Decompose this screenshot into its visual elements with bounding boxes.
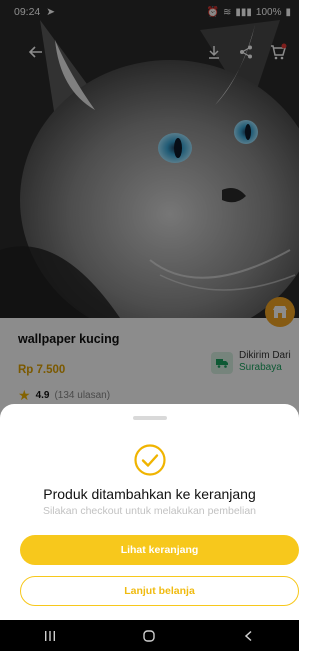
home-button[interactable] — [129, 620, 169, 651]
back-nav-button[interactable] — [229, 620, 269, 651]
system-nav-bar — [0, 620, 299, 651]
drag-handle[interactable] — [133, 416, 167, 420]
sheet-subtitle: Silakan checkout untuk melakukan pembeli… — [42, 505, 257, 517]
added-to-cart-sheet: Produk ditambahkan ke keranjang Silakan … — [0, 404, 299, 620]
chevron-left-icon — [245, 630, 252, 641]
check-circle-icon — [134, 444, 166, 476]
view-cart-button[interactable]: Lihat keranjang — [20, 535, 299, 565]
continue-shopping-button[interactable]: Lanjut belanja — [20, 576, 299, 606]
sheet-title: Produk ditambahkan ke keranjang — [43, 486, 256, 502]
home-icon — [143, 629, 156, 642]
recent-apps-icon — [44, 630, 55, 641]
recent-apps-button[interactable] — [30, 620, 70, 651]
